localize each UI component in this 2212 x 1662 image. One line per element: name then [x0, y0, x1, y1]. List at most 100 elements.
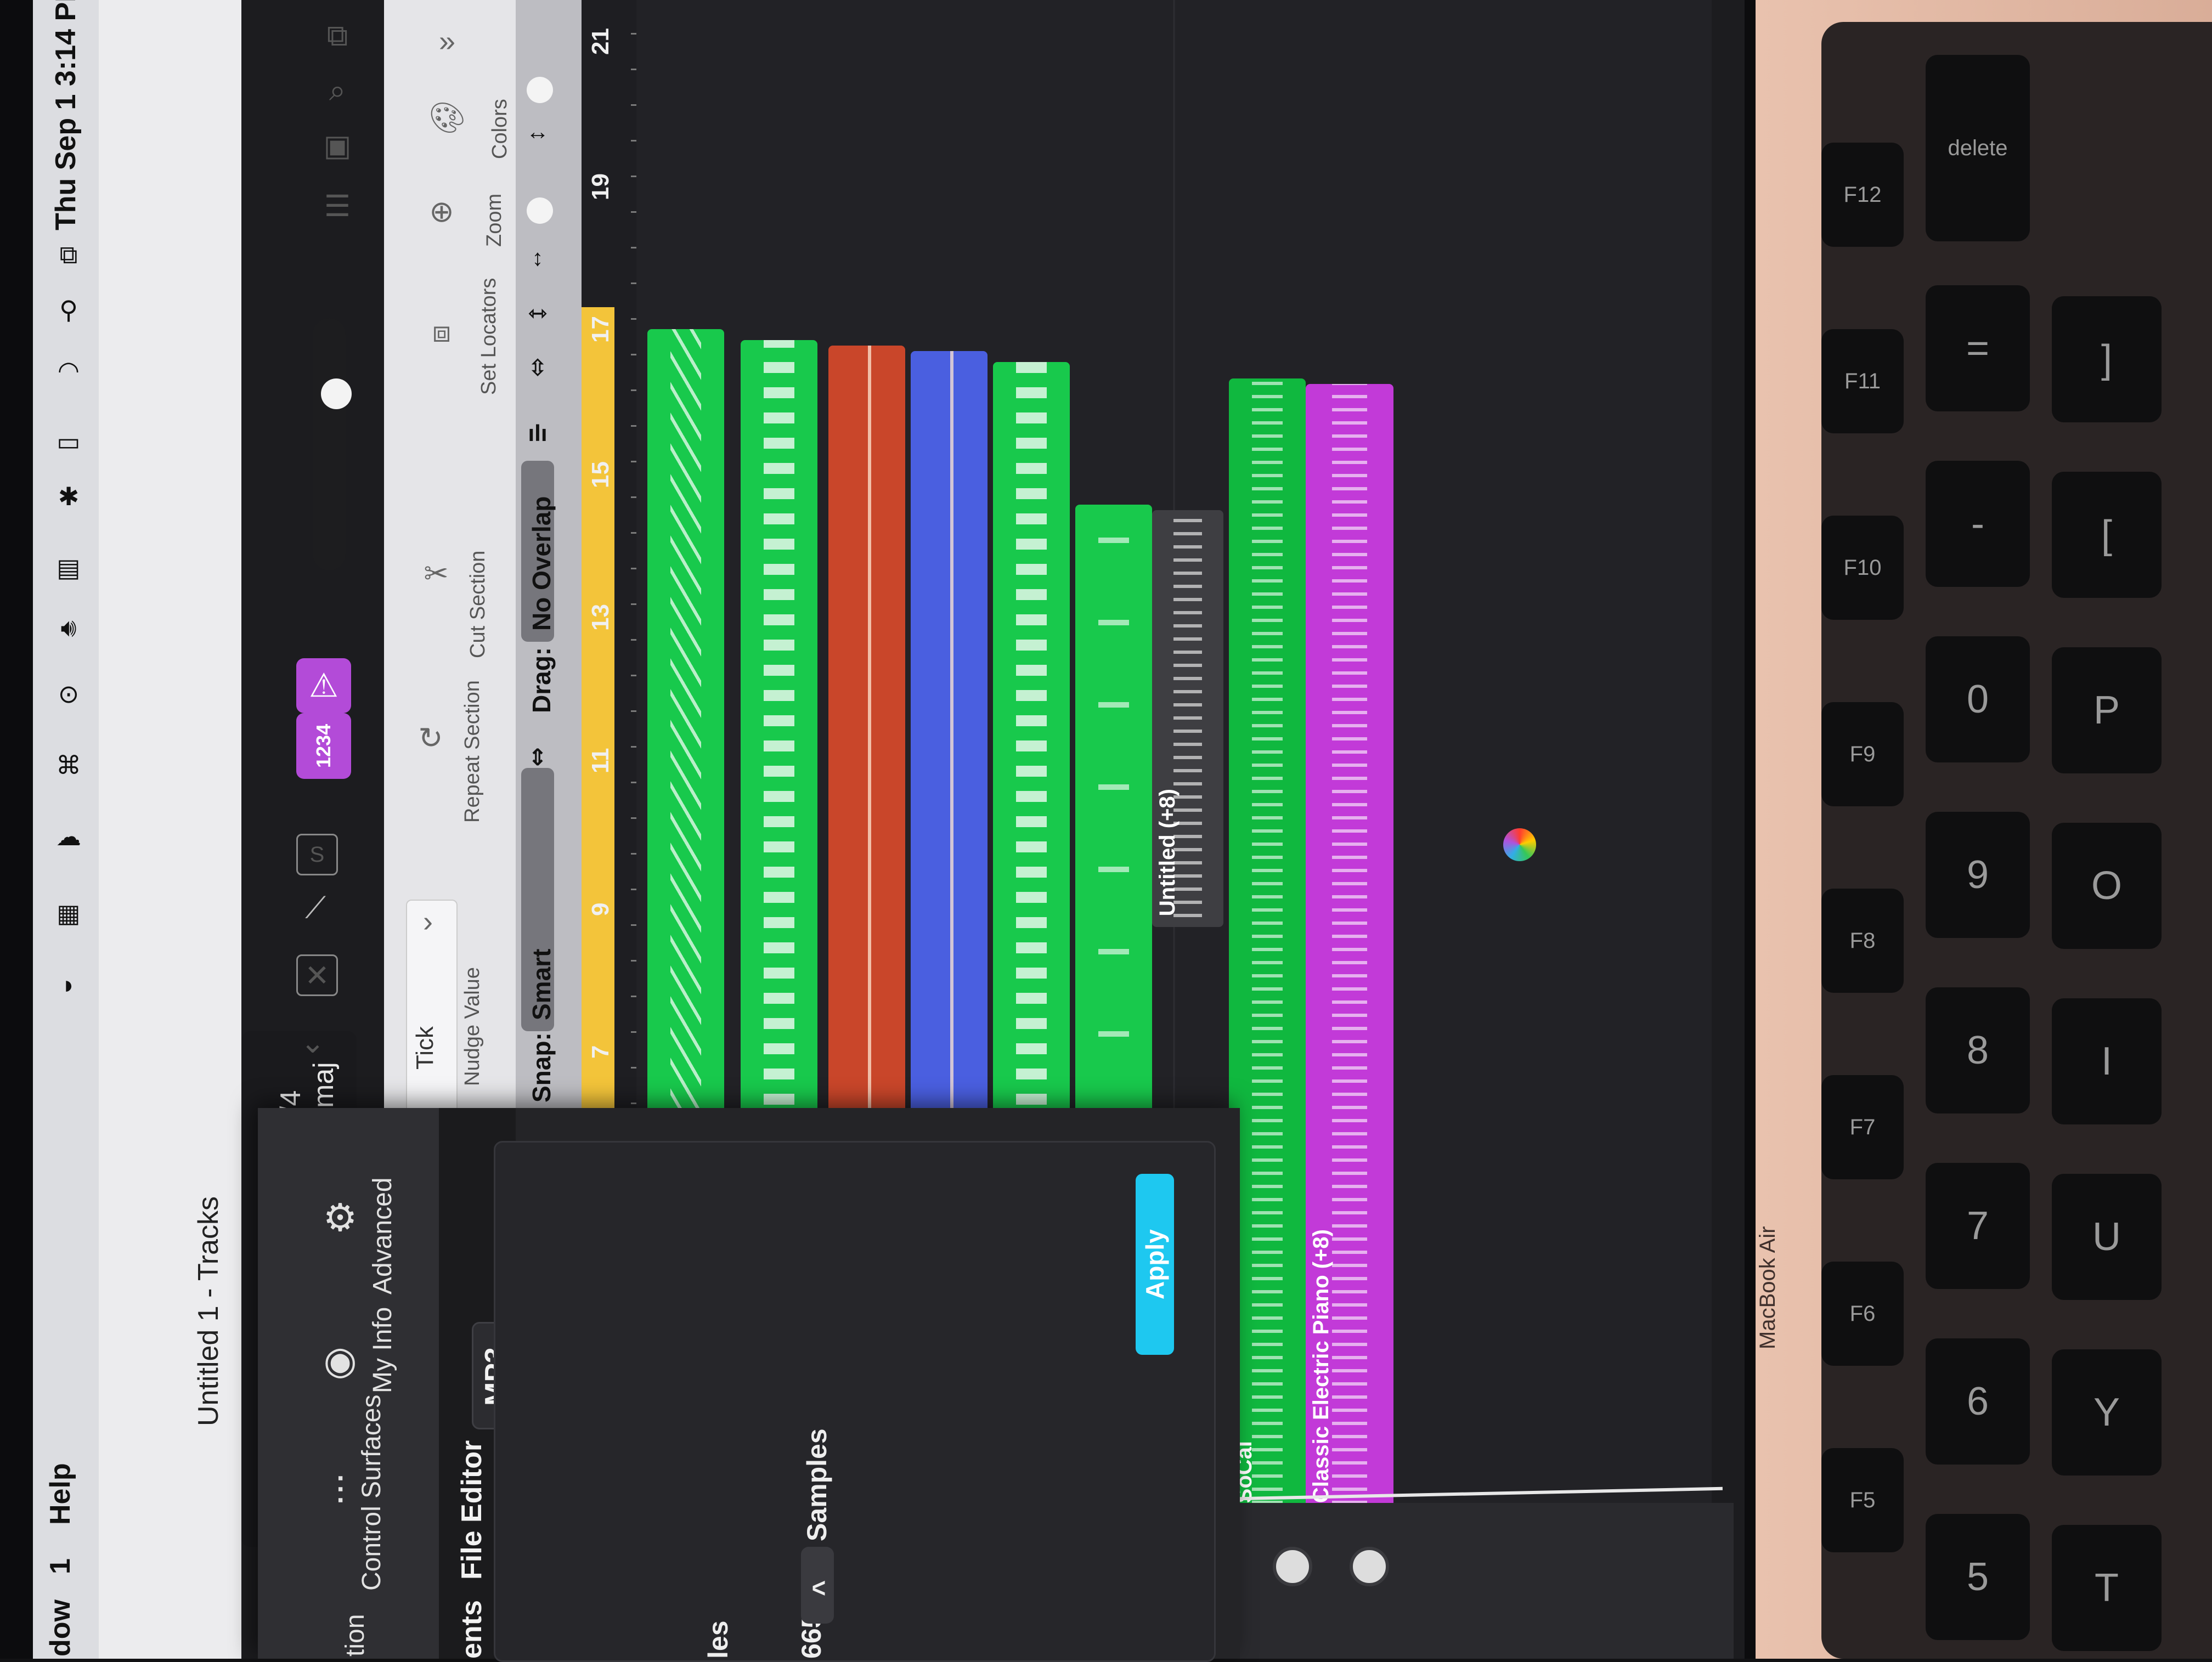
drag-value[interactable]: No Overlap	[527, 483, 556, 631]
ruler-bar-17: 17	[587, 316, 614, 343]
tab-control-surfaces[interactable]: Control Surfaces	[357, 1395, 387, 1591]
nudge-value-label: Nudge Value	[461, 967, 484, 1086]
menu-help[interactable]: Help	[44, 1459, 88, 1525]
command-icon[interactable]: ⌘	[55, 751, 82, 779]
grid-app-icon[interactable]: ▦	[55, 899, 82, 928]
region-green-3[interactable]	[993, 362, 1070, 1119]
tab-partial[interactable]: tion	[340, 1602, 370, 1657]
nudge-value-text: Tick	[411, 1026, 438, 1070]
region-green-1[interactable]	[647, 329, 724, 1119]
ruler-bar-21: 21	[587, 28, 614, 55]
region-piano[interactable]: Classic Electric Piano (+8)	[1306, 384, 1393, 1514]
horizontal-zoom-icon[interactable]: ↔	[521, 115, 554, 148]
region-socal[interactable]: SoCal	[1229, 378, 1306, 1514]
close-x-icon[interactable]: ✕	[296, 954, 338, 996]
samples-label: Samples	[802, 1428, 832, 1541]
region-orange[interactable]	[828, 346, 905, 1119]
vertical-zoom-knob[interactable]	[527, 197, 553, 224]
track-volume-knob[interactable]	[1273, 1547, 1312, 1586]
count-in-badge[interactable]: 1234	[296, 713, 351, 779]
key-0: 0	[1926, 636, 2030, 762]
set-locators-icon[interactable]: ⧈	[417, 307, 466, 357]
window-title: Untitled 1 - Tracks	[193, 1196, 224, 1426]
play-circle-icon[interactable]: ⊙	[55, 680, 82, 708]
region-green-2[interactable]	[741, 340, 817, 1119]
ruler-bar-7: 7	[587, 1045, 614, 1059]
battery-icon[interactable]: ▭	[55, 427, 82, 456]
ruler-bar-13: 13	[587, 604, 614, 631]
tab-my-info[interactable]: My Info	[368, 1305, 398, 1393]
spotlight-icon[interactable]: ⚲	[55, 296, 82, 324]
menu-clock[interactable]: Thu Sep 1 3:14 PM	[49, 0, 93, 230]
laptop-brand-text: MacBook Air	[1756, 1226, 1780, 1349]
snap-value[interactable]: Smart	[527, 943, 556, 1020]
region-untitled[interactable]: Untitled (+8)	[1152, 510, 1223, 927]
chevron-down-icon[interactable]: ⌄	[296, 1026, 329, 1059]
region-notes	[741, 340, 817, 1119]
metronome-icon[interactable]: ⚠	[296, 658, 351, 713]
vertical-auto-zoom-icon[interactable]: ⇳	[521, 351, 554, 384]
master-volume-knob[interactable]	[321, 378, 352, 409]
key-8: 8	[1926, 987, 2030, 1113]
more-chevron-icon[interactable]: »	[428, 22, 466, 60]
bluetooth-icon[interactable]: ✱	[55, 482, 82, 511]
horizontal-zoom-knob[interactable]	[527, 77, 553, 103]
key-right-bracket: ]	[2052, 296, 2162, 422]
track-pan-knob[interactable]	[1350, 1547, 1389, 1586]
cloud-icon[interactable]: ☁	[55, 822, 82, 851]
control-center-icon[interactable]: ⧉	[55, 240, 82, 269]
key-7: 7	[1926, 1163, 2030, 1289]
wifi-icon[interactable]: ◠	[55, 356, 82, 385]
list-editor-icon[interactable]: ☰	[318, 186, 357, 225]
colors-icon[interactable]: 🎨︎	[422, 93, 472, 143]
key-i: I	[2052, 998, 2162, 1124]
repeat-section-icon[interactable]: ↻	[406, 713, 455, 762]
menu-1[interactable]: 1	[44, 1547, 88, 1574]
track-headers	[1240, 1503, 1734, 1659]
key-f8: F8	[1821, 889, 1904, 993]
ruler-bar-15: 15	[587, 461, 614, 488]
menu-window[interactable]: dow	[44, 1599, 88, 1657]
tab-advanced[interactable]: Advanced	[368, 1178, 398, 1295]
volume-icon[interactable]: 🔊︎	[55, 613, 82, 642]
repeat-section-label[interactable]: Repeat Section	[461, 669, 484, 823]
region-green-4[interactable]	[1075, 505, 1152, 1113]
apply-button[interactable]: Apply	[1136, 1174, 1174, 1355]
search-icon[interactable]: ⌕	[318, 71, 357, 110]
notepad-icon[interactable]: ▣	[318, 126, 357, 165]
solo-icon[interactable]: S	[296, 834, 338, 875]
key-u: U	[2052, 1174, 2162, 1300]
color-wheel-cursor	[1503, 828, 1536, 861]
subtab-partial[interactable]: ents	[455, 1600, 488, 1659]
set-locators-label[interactable]: Set Locators	[477, 274, 501, 395]
colors-label[interactable]: Colors	[488, 93, 512, 159]
horizontal-auto-zoom-icon[interactable]: ⇿	[521, 296, 554, 329]
keyboard-input-icon[interactable]: ▤	[55, 553, 82, 582]
cycle-region[interactable]	[582, 307, 614, 1119]
ruler-bar-19: 19	[587, 173, 614, 200]
m-app-icon[interactable]: ◗	[55, 970, 82, 999]
key-delete: delete	[1926, 55, 2030, 241]
ruler-bar-11: 11	[587, 748, 614, 773]
library-icon[interactable]: ⧉	[318, 16, 357, 55]
cut-section-icon[interactable]: ✂	[411, 549, 461, 598]
vertical-zoom-icon[interactable]: ↕	[521, 241, 554, 274]
subtab-file-editor[interactable]: File Editor	[455, 1437, 488, 1580]
person-circle-icon: ◉	[323, 1339, 357, 1382]
key-left-bracket: [	[2052, 472, 2162, 598]
chevron-updown-icon[interactable]: ⇕	[521, 740, 554, 773]
master-volume-slider[interactable]	[313, 318, 346, 570]
zoom-label[interactable]: Zoom	[483, 186, 506, 247]
waveform-zoom-icon[interactable]: ılı	[521, 417, 554, 450]
chevron-right-icon[interactable]: ›	[411, 905, 444, 938]
region-blue[interactable]	[911, 351, 988, 1119]
cut-section-label[interactable]: Cut Section	[466, 527, 490, 658]
region-notes	[1075, 505, 1152, 1113]
zoom-icon[interactable]: ⊕	[417, 186, 466, 236]
tuner-icon[interactable]: ⟋	[296, 889, 335, 927]
region-notes	[911, 351, 988, 1119]
menu-bar: dow 1 Help ◗ ▦ ☁ ⌘ ⊙ 🔊︎ ▤ ✱ ▭ ◠ ⚲ ⧉ Thu …	[33, 0, 99, 1659]
region-notes	[647, 329, 724, 1119]
samples-chevron-icon: ^	[807, 1580, 838, 1596]
drag-label: Drag:	[527, 647, 556, 713]
